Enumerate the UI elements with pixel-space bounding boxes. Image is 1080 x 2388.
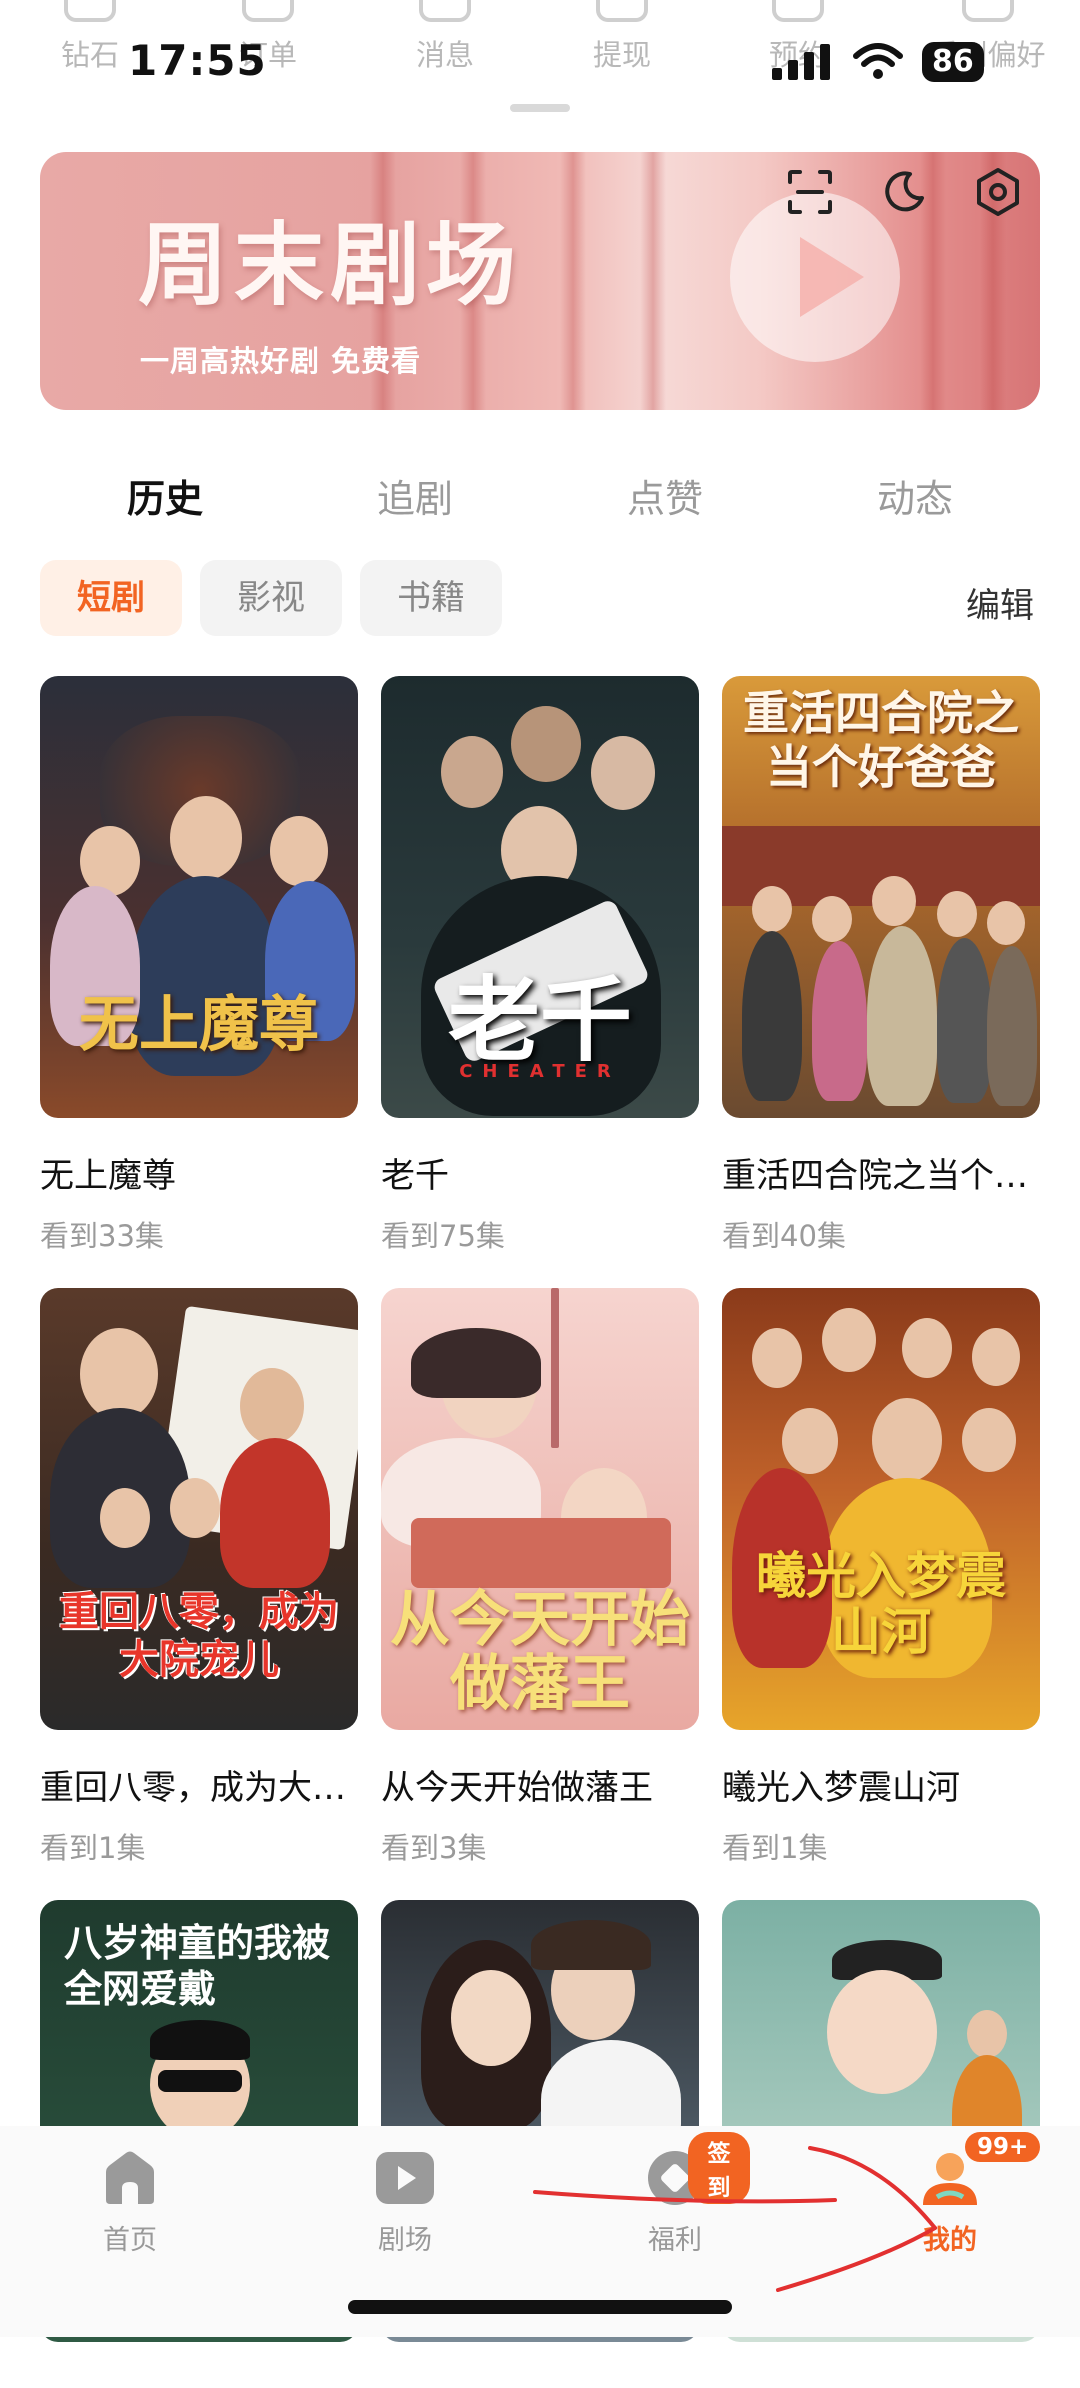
show-poster: 曦光入梦震山河: [722, 1288, 1040, 1730]
show-title: 曦光入梦震山河: [722, 1768, 960, 1808]
show-poster: 老千 CHEATER: [381, 676, 699, 1118]
diamond-icon: [64, 0, 116, 22]
tab-activity[interactable]: 动态: [790, 468, 1040, 523]
banner-title: 周末剧场: [138, 212, 522, 318]
filter-books[interactable]: 书籍: [360, 560, 502, 636]
show-card[interactable]: 无上魔尊 无上魔尊 看到33集: [40, 676, 358, 1255]
show-poster: 无上魔尊: [40, 676, 358, 1118]
menu-item-messages[interactable]: 消息: [375, 0, 515, 74]
show-card[interactable]: 老千 CHEATER 老千 看到75集: [381, 676, 699, 1255]
preference-icon: [961, 0, 1014, 22]
home-icon: [55, 2146, 205, 2210]
watch-progress: 看到33集: [40, 1219, 164, 1253]
nav-theater[interactable]: 剧场: [330, 2146, 480, 2257]
drag-handle[interactable]: [510, 104, 570, 112]
home-indicator[interactable]: [348, 2300, 732, 2314]
show-card[interactable]: 重回八零，成为大院宠儿 重回八零，成为大… 看到1集: [40, 1288, 358, 1867]
scan-icon[interactable]: [780, 162, 840, 222]
show-card[interactable]: 从今天开始做藩王 从今天开始做藩王 看到3集: [381, 1288, 699, 1867]
weekend-theater-banner[interactable]: 周末剧场 一周高热好剧 免费看: [40, 152, 1040, 410]
watch-progress: 看到1集: [722, 1831, 828, 1865]
watch-progress: 看到1集: [40, 1831, 146, 1865]
show-title: 重活四合院之当个…: [722, 1156, 1028, 1196]
checkin-badge: 签到: [688, 2132, 750, 2204]
status-icons: 86: [770, 40, 984, 84]
show-poster: 重回八零，成为大院宠儿: [40, 1288, 358, 1730]
nav-welfare[interactable]: 福利 签到: [600, 2132, 750, 2257]
category-filters: 短剧 影视 书籍: [40, 560, 502, 636]
tab-history[interactable]: 历史: [40, 468, 290, 523]
menu-item-withdraw[interactable]: 提现: [552, 0, 692, 74]
watch-progress: 看到40集: [722, 1219, 846, 1253]
show-card[interactable]: 重活四合院之当个好爸爸 重活四合院之当个… 看到40集: [722, 676, 1040, 1255]
status-time: 17:55: [128, 36, 267, 85]
theater-play-icon: [330, 2146, 480, 2210]
nav-profile[interactable]: 我的 99+: [875, 2132, 1041, 2257]
watch-progress: 看到75集: [381, 1219, 505, 1253]
tab-likes[interactable]: 点赞: [540, 468, 790, 523]
tab-following[interactable]: 追剧: [290, 468, 540, 523]
watch-progress: 看到3集: [381, 1831, 487, 1865]
withdraw-icon: [596, 0, 648, 22]
wifi-icon: [853, 43, 903, 79]
show-title: 重回八零，成为大…: [40, 1768, 346, 1808]
play-icon: [800, 237, 864, 317]
moon-icon[interactable]: [874, 162, 934, 222]
show-card[interactable]: 曦光入梦震山河 曦光入梦震山河 看到1集: [722, 1288, 1040, 1867]
show-title: 无上魔尊: [40, 1156, 176, 1196]
message-icon: [419, 0, 471, 22]
profile-tabs: 历史 追剧 点赞 动态: [40, 468, 1040, 523]
reserve-icon: [772, 0, 824, 22]
filter-short-drama[interactable]: 短剧: [40, 560, 182, 636]
show-poster: 从今天开始做藩王: [381, 1288, 699, 1730]
battery-indicator: 86: [922, 42, 984, 82]
signal-icon: [772, 44, 830, 80]
show-poster: 重活四合院之当个好爸爸: [722, 676, 1040, 1118]
show-title: 从今天开始做藩王: [381, 1768, 653, 1808]
edit-button[interactable]: 编辑: [966, 578, 1034, 627]
show-title: 老千: [381, 1156, 449, 1196]
banner-subtitle: 一周高热好剧 免费看: [140, 344, 422, 378]
settings-icon[interactable]: [968, 162, 1028, 222]
nav-home[interactable]: 首页: [55, 2146, 205, 2257]
notification-badge: 99+: [965, 2132, 1041, 2162]
filter-film-tv[interactable]: 影视: [200, 560, 342, 636]
orders-icon: [242, 0, 294, 22]
